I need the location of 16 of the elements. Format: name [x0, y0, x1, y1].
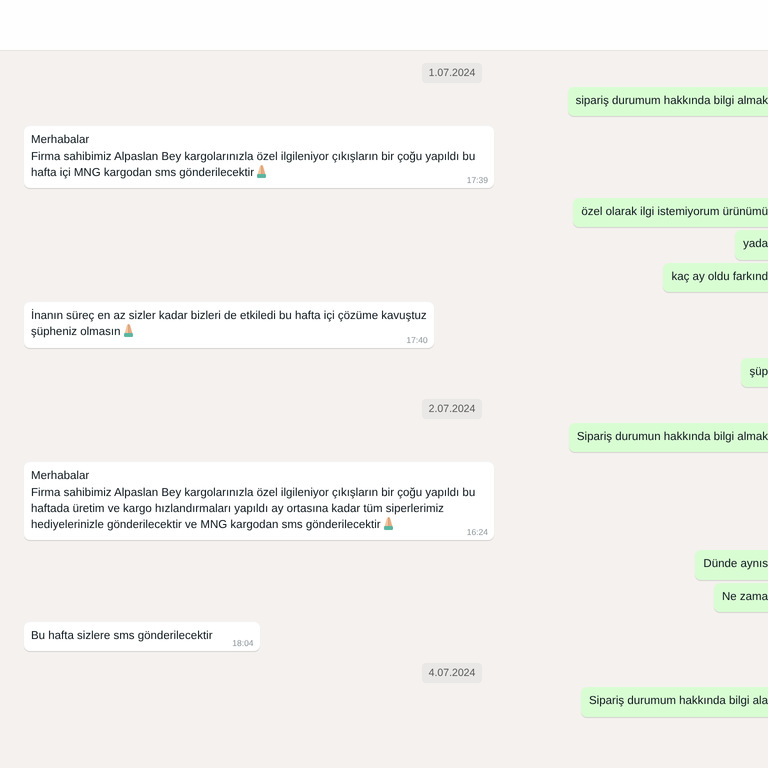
date-pill: 1.07.2024: [422, 63, 482, 83]
message-text: kaç ay oldu farkınd: [671, 270, 768, 283]
message-time: 18:04: [232, 638, 254, 648]
message-text: Sipariş durumum hakkında bilgi ala: [589, 695, 768, 708]
message-time: 17:39: [466, 175, 488, 186]
date-pill: 2.07.2024: [422, 398, 482, 419]
date-pill: 4.07.2024: [422, 663, 482, 684]
message-text: Dünde aynıs: [703, 558, 768, 570]
message-text: Ne zama: [722, 590, 768, 603]
message-text: sipariş durumum hakkında bilgi almak: [576, 95, 768, 107]
message-text: Sipariş durumun hakkında bilgi almak: [576, 430, 768, 443]
message-text: özel olarak ilgi istemiyorum ürünümü: [581, 206, 768, 218]
message-time: 16:24: [466, 527, 488, 538]
message-text: şüp: [749, 366, 768, 378]
message-text: yada: [743, 238, 768, 250]
message-text: Bu hafta sizlere sms gönderilecektir: [31, 630, 213, 642]
